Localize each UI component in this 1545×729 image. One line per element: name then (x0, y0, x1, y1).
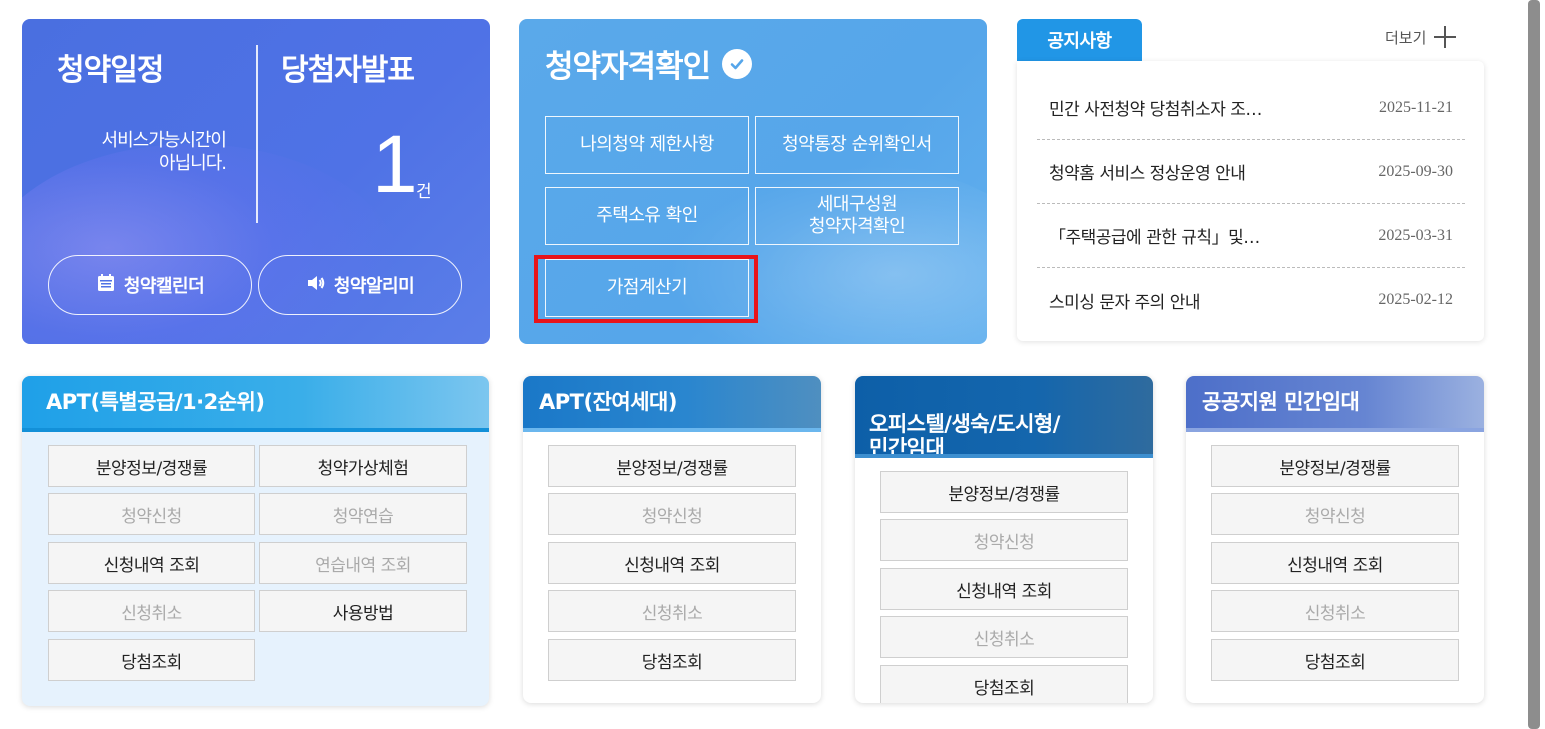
cancel-application-button[interactable]: 신청취소 (548, 590, 796, 632)
service-card-apt-remaining: APT(잔여세대) 분양정보/경쟁률 청약신청 신청내역 조회 신청취소 당첨조… (523, 376, 821, 703)
notice-title: 「주택공급에 관한 규칙」및… (1049, 228, 1260, 248)
service-header: 공공지원 민간임대 (1186, 376, 1484, 432)
service-card-public-rental: 공공지원 민간임대 분양정보/경쟁률 청약신청 신청내역 조회 신청취소 당첨조… (1186, 376, 1484, 703)
how-to-use-button[interactable]: 사용방법 (259, 590, 467, 632)
plus-icon (1434, 26, 1457, 48)
apply-button[interactable]: 청약신청 (548, 493, 796, 535)
vertical-divider (256, 45, 258, 223)
apply-button[interactable]: 청약신청 (1211, 493, 1459, 535)
notice-list: 민간 사전청약 당첨취소자 조… 2025-11-21 청약홈 서비스 정상운영… (1017, 61, 1484, 341)
more-link[interactable]: 더보기 (1385, 26, 1457, 48)
service-card-apt-special: APT(특별공급/1·2순위) 분양정보/경쟁률 청약가상체험 청약신청 청약연… (22, 376, 489, 706)
cancel-application-button[interactable]: 신청취소 (1211, 590, 1459, 632)
application-history-button[interactable]: 신청내역 조회 (1211, 542, 1459, 584)
header-bar (22, 428, 489, 432)
sale-info-button[interactable]: 분양정보/경쟁률 (548, 445, 796, 487)
sale-info-button[interactable]: 분양정보/경쟁률 (1211, 445, 1459, 487)
service-title: 공공지원 민간임대 (1202, 390, 1360, 414)
notice-date: 2025-09-30 (1378, 162, 1453, 180)
notice-title: 민간 사전청약 당첨취소자 조… (1049, 100, 1262, 120)
qualification-title: 청약자격확인 (545, 41, 753, 86)
notice-tab[interactable]: 공지사항 (1017, 19, 1142, 61)
highlight-box (534, 255, 758, 323)
speaker-icon (306, 273, 326, 298)
apply-button[interactable]: 청약신청 (48, 493, 255, 535)
calendar-button[interactable]: 청약캘린더 (48, 255, 252, 315)
calendar-button-label: 청약캘린더 (123, 276, 205, 297)
calendar-icon (96, 273, 116, 298)
service-title: APT(잔여세대) (539, 390, 677, 414)
alarm-button-label: 청약알리미 (333, 276, 415, 297)
winner-count-unit: 건 (416, 182, 432, 202)
schedule-message: 서비스가능시간이 아닙니다. (52, 129, 227, 175)
application-history-button[interactable]: 신청내역 조회 (548, 542, 796, 584)
apply-button[interactable]: 청약신청 (880, 519, 1128, 561)
check-circle-icon (722, 48, 753, 79)
notice-title: 스미싱 문자 주의 안내 (1049, 292, 1200, 313)
practice-history-button[interactable]: 연습내역 조회 (259, 542, 467, 584)
service-header: APT(특별공급/1·2순위) (22, 376, 489, 432)
winner-lookup-button[interactable]: 당첨조회 (48, 639, 255, 681)
service-card-officetel: 오피스텔/생숙/도시형/ 민간임대 분양정보/경쟁률 청약신청 신청내역 조회 … (855, 376, 1153, 703)
winner-lookup-button[interactable]: 당첨조회 (1211, 639, 1459, 681)
household-qualification-button[interactable]: 세대구성원 청약자격확인 (755, 187, 959, 245)
sale-info-button[interactable]: 분양정보/경쟁률 (880, 471, 1128, 513)
cancel-application-button[interactable]: 신청취소 (48, 590, 255, 632)
application-history-button[interactable]: 신청내역 조회 (48, 542, 255, 584)
practice-button[interactable]: 청약연습 (259, 493, 467, 535)
header-bar (1186, 428, 1484, 432)
notice-item[interactable]: 「주택공급에 관한 규칙」및… 2025-03-31 (1037, 204, 1465, 268)
application-history-button[interactable]: 신청내역 조회 (880, 568, 1128, 610)
schedule-message-line1: 서비스가능시간이 (101, 130, 227, 151)
account-rank-button[interactable]: 청약통장 순위확인서 (755, 116, 959, 174)
vertical-scrollbar[interactable] (1528, 0, 1540, 729)
winner-lookup-button[interactable]: 당첨조회 (548, 639, 796, 681)
winner-title[interactable]: 당첨자발표 (281, 45, 415, 89)
notice-date: 2025-11-21 (1378, 98, 1453, 116)
winner-lookup-button[interactable]: 당첨조회 (880, 665, 1128, 703)
service-title: 오피스텔/생숙/도시형/ 민간임대 (869, 412, 1060, 460)
sale-info-button[interactable]: 분양정보/경쟁률 (48, 445, 255, 487)
service-header: 오피스텔/생숙/도시형/ 민간임대 (855, 376, 1153, 460)
notice-date: 2025-02-12 (1378, 291, 1453, 308)
notice-item[interactable]: 스미싱 문자 주의 안내 2025-02-12 (1037, 268, 1465, 332)
service-title: APT(특별공급/1·2순위) (46, 390, 265, 414)
header-bar (523, 428, 821, 432)
cancel-application-button[interactable]: 신청취소 (880, 616, 1128, 658)
qualification-title-text: 청약자격확인 (545, 49, 711, 85)
house-ownership-button[interactable]: 주택소유 확인 (545, 187, 749, 245)
schedule-message-line2: 아닙니다. (159, 153, 227, 174)
schedule-title[interactable]: 청약일정 (57, 45, 164, 89)
alarm-button[interactable]: 청약알리미 (258, 255, 462, 315)
header-bar (855, 454, 1153, 458)
winner-count[interactable]: 1 (372, 115, 418, 215)
more-link-label: 더보기 (1385, 28, 1427, 47)
notice-item[interactable]: 민간 사전청약 당첨취소자 조… 2025-11-21 (1037, 76, 1465, 140)
schedule-card: 청약일정 당첨자발표 서비스가능시간이 아닙니다. 1 건 청약캘린더 청약알리… (22, 19, 490, 344)
my-restriction-button[interactable]: 나의청약 제한사항 (545, 116, 749, 174)
virtual-experience-button[interactable]: 청약가상체험 (259, 445, 467, 487)
notice-date: 2025-03-31 (1378, 226, 1453, 244)
notice-title: 청약홈 서비스 정상운영 안내 (1049, 164, 1246, 184)
notice-item[interactable]: 청약홈 서비스 정상운영 안내 2025-09-30 (1037, 140, 1465, 204)
service-header: APT(잔여세대) (523, 376, 821, 432)
